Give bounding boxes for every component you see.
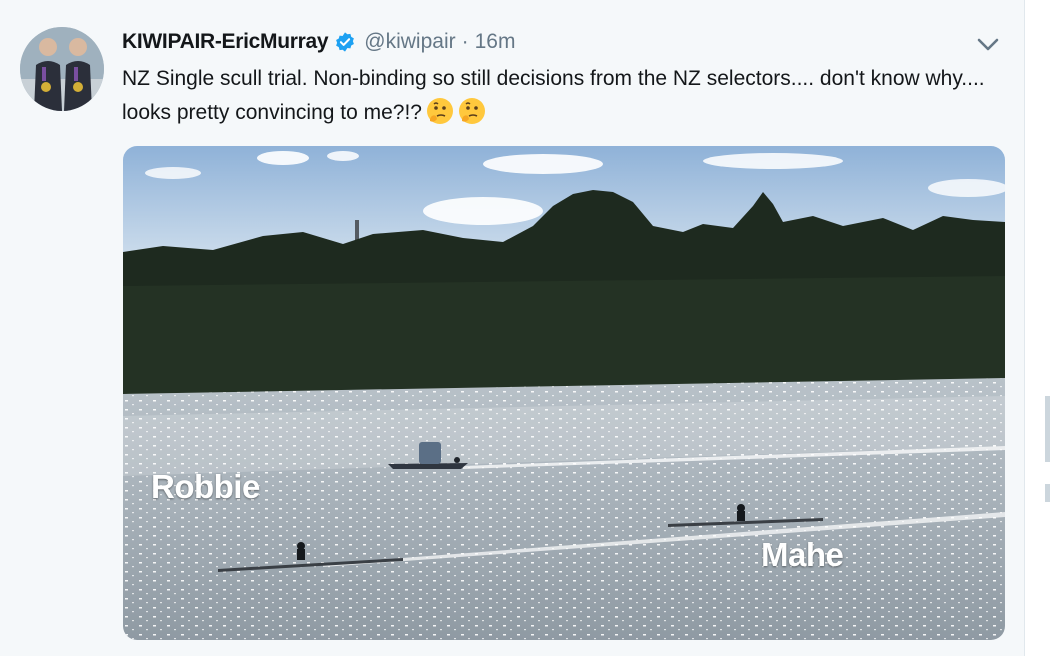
tweet-photo[interactable]: Robbie Mahe — [123, 146, 1005, 640]
thinking-face-emoji — [426, 97, 454, 136]
tweet-header: KIWIPAIR-EricMurray @kiwipair · 16m — [122, 28, 515, 56]
avatar-image — [20, 27, 104, 111]
rowing-photo — [123, 146, 1005, 640]
tweet-text: NZ Single scull trial. Non-binding so st… — [122, 62, 992, 136]
timestamp-link[interactable]: 16m — [475, 30, 516, 54]
display-name[interactable]: KIWIPAIR-EricMurray — [122, 30, 329, 54]
tweet-card[interactable]: KIWIPAIR-EricMurray @kiwipair · 16m NZ S… — [0, 0, 1025, 656]
photo-caption-left: Robbie — [151, 468, 260, 505]
photo-caption-right: Mahe — [761, 536, 844, 573]
scrollbar-thumb[interactable] — [1045, 396, 1050, 462]
avatar[interactable] — [20, 27, 104, 111]
scrollbar-track[interactable] — [1025, 0, 1050, 656]
scroll-edge-marker — [1045, 484, 1050, 502]
thinking-face-emoji — [458, 97, 486, 136]
separator-dot: · — [461, 30, 469, 53]
user-handle[interactable]: @kiwipair — [364, 30, 455, 54]
tweet-body: NZ Single scull trial. Non-binding so st… — [122, 67, 985, 124]
verified-badge-icon — [334, 31, 356, 53]
chevron-down-icon[interactable] — [974, 32, 1002, 56]
